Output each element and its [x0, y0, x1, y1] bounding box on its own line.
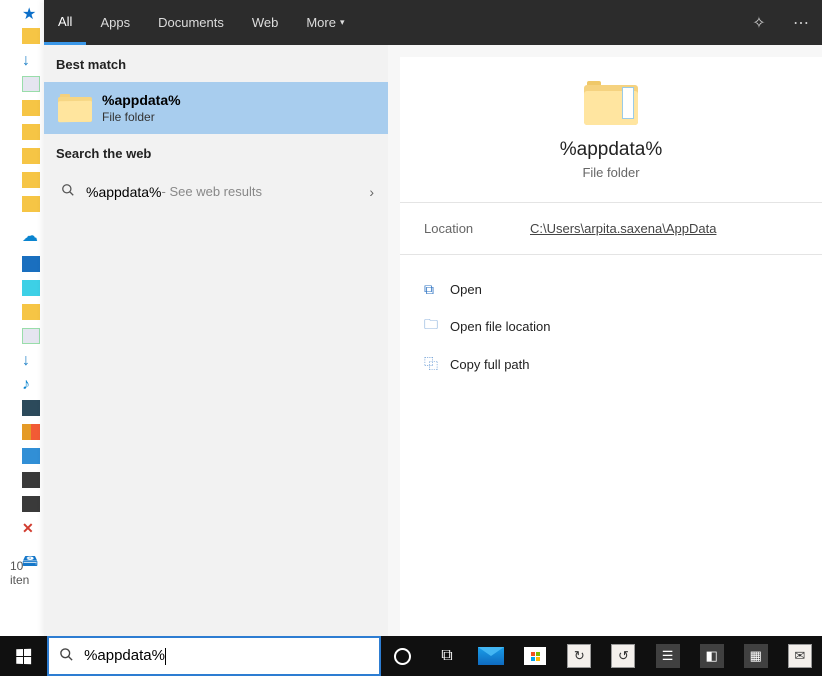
open-icon: ⧉ [424, 281, 450, 298]
app-icon: ☰ [656, 644, 680, 668]
results-pane: Best match %appdata% File folder Search … [44, 0, 388, 636]
folder-icon[interactable] [22, 172, 40, 188]
pinned-app[interactable]: ▦ [734, 636, 778, 676]
pinned-app[interactable]: ✉ [778, 636, 822, 676]
quick-access-icon[interactable]: ★ [22, 4, 40, 20]
search-tab-bar: All Apps Documents Web More▾ ✧ ⋯ [44, 0, 822, 45]
videos-icon[interactable] [22, 424, 40, 440]
mail-app[interactable] [469, 636, 513, 676]
folder-icon[interactable] [22, 124, 40, 140]
desktop-icons-strip: ★ ↓ ☁ ↓ ♪ ✕ 🖴 10 iten [0, 0, 44, 636]
best-match-result[interactable]: %appdata% File folder [44, 82, 388, 134]
action-open-file-location[interactable]: 🗀 Open file location [424, 306, 798, 346]
detail-subtitle: File folder [582, 165, 639, 180]
app-icon: ✉ [788, 644, 812, 668]
documents-icon[interactable] [22, 328, 40, 344]
tab-documents[interactable]: Documents [144, 0, 238, 45]
microsoft-store-app[interactable] [513, 636, 557, 676]
section-search-web: Search the web [44, 134, 388, 171]
folder-icon[interactable] [22, 148, 40, 164]
copy-icon: ⿻ [424, 354, 450, 374]
web-search-result[interactable]: %appdata% - See web results › [44, 171, 388, 212]
downloads-icon[interactable]: ↓ [22, 352, 40, 368]
folder-icon [584, 81, 638, 125]
chevron-right-icon: › [369, 184, 374, 200]
action-open-label: Open [450, 282, 482, 297]
action-copy-path-label: Copy full path [450, 357, 530, 372]
os-drive-icon[interactable] [22, 448, 40, 464]
feedback-icon[interactable]: ✧ [738, 13, 780, 33]
location-value[interactable]: C:\Users\arpita.saxena\AppData [530, 221, 716, 236]
more-options-icon[interactable]: ⋯ [780, 13, 822, 33]
app-icon: ▦ [744, 644, 768, 668]
search-icon [59, 647, 74, 665]
pinned-app[interactable]: ↺ [601, 636, 645, 676]
start-button[interactable] [0, 636, 47, 676]
folder-icon[interactable] [22, 196, 40, 212]
taskbar: %appdata% ⧉ ↻ ↺ ☰ ◧ ▦ ✉ [0, 636, 822, 676]
web-result-term: %appdata% [86, 184, 162, 200]
drive-icon[interactable] [22, 496, 40, 512]
cortana-button[interactable] [381, 636, 425, 676]
tab-more[interactable]: More▾ [292, 0, 358, 45]
downloads-icon[interactable]: ↓ [22, 52, 40, 68]
tab-web[interactable]: Web [238, 0, 293, 45]
onedrive-icon[interactable]: ☁ [22, 226, 40, 242]
best-match-title: %appdata% [102, 92, 181, 108]
app-icon: ↺ [611, 644, 635, 668]
music-icon[interactable]: ♪ [22, 376, 40, 392]
search-icon [58, 183, 78, 200]
folder-icon[interactable] [22, 100, 40, 116]
desktop-icon[interactable] [22, 304, 40, 320]
store-icon [524, 647, 546, 665]
action-open[interactable]: ⧉ Open [424, 273, 798, 306]
pictures-icon[interactable] [22, 400, 40, 416]
folder-location-icon: 🗀 [424, 314, 450, 338]
drive-icon[interactable] [22, 472, 40, 488]
mapped-drive-icon[interactable]: ✕ [22, 520, 40, 536]
chevron-down-icon: ▾ [340, 17, 345, 28]
windows-logo-icon [16, 648, 31, 663]
app-icon: ◧ [700, 644, 724, 668]
3d-objects-icon[interactable] [22, 280, 40, 296]
task-view-button[interactable]: ⧉ [425, 636, 469, 676]
detail-pane: %appdata% File folder Location C:\Users\… [400, 57, 822, 636]
location-row: Location C:\Users\arpita.saxena\AppData [400, 203, 822, 255]
folder-icon[interactable] [22, 28, 40, 44]
pinned-app[interactable]: ◧ [690, 636, 734, 676]
app-icon: ↻ [567, 644, 591, 668]
search-input-value: %appdata% [84, 647, 369, 665]
pinned-app[interactable]: ☰ [646, 636, 690, 676]
pinned-app[interactable]: ↻ [557, 636, 601, 676]
detail-title: %appdata% [560, 139, 662, 161]
best-match-subtitle: File folder [102, 110, 181, 124]
tab-all[interactable]: All [44, 0, 86, 45]
folder-icon [58, 94, 92, 122]
section-best-match: Best match [44, 45, 388, 82]
documents-icon[interactable] [22, 76, 40, 92]
location-label: Location [424, 221, 530, 236]
action-copy-full-path[interactable]: ⿻ Copy full path [424, 346, 798, 382]
explorer-status-text: 10 iten [10, 559, 44, 587]
taskbar-search-box[interactable]: %appdata% [47, 636, 381, 676]
cortana-icon [394, 648, 411, 665]
action-open-loc-label: Open file location [450, 319, 550, 334]
web-result-hint: - See web results [162, 184, 262, 199]
search-flyout: All Apps Documents Web More▾ ✧ ⋯ Best ma… [44, 0, 822, 636]
mail-icon [478, 647, 504, 665]
tab-apps[interactable]: Apps [86, 0, 144, 45]
this-pc-icon[interactable] [22, 256, 40, 272]
